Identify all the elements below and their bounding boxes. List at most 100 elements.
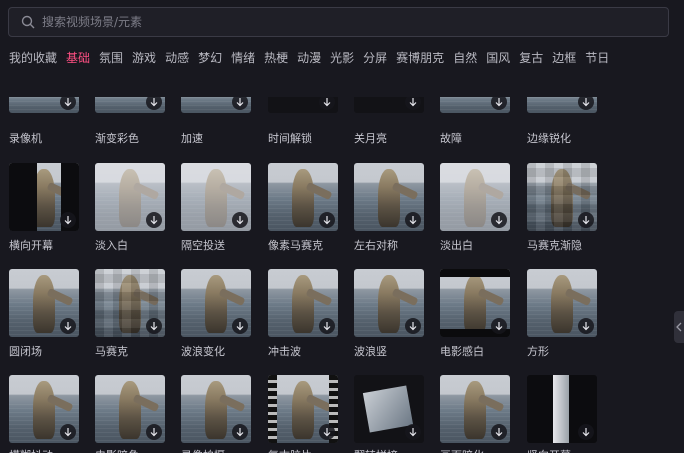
- download-button[interactable]: [146, 212, 162, 228]
- effect-card[interactable]: 马赛克渐隐: [527, 163, 607, 252]
- effect-card[interactable]: 圆闭场: [9, 269, 89, 358]
- search-bar[interactable]: [8, 7, 669, 37]
- download-button[interactable]: [146, 318, 162, 334]
- effect-card[interactable]: 渐变彩色: [95, 97, 175, 145]
- effect-thumbnail[interactable]: [354, 97, 424, 113]
- effect-card[interactable]: 波浪竖: [354, 269, 434, 358]
- effect-thumbnail[interactable]: [181, 97, 251, 113]
- effect-card[interactable]: 马赛克: [95, 269, 175, 358]
- effect-thumbnail[interactable]: [354, 163, 424, 231]
- effect-thumbnail[interactable]: [268, 269, 338, 337]
- tab-5[interactable]: 梦幻: [198, 50, 222, 66]
- effect-thumbnail[interactable]: [9, 375, 79, 443]
- effect-thumbnail[interactable]: [9, 269, 79, 337]
- tab-11[interactable]: 赛博朋克: [396, 50, 444, 66]
- collapse-panel-handle[interactable]: [674, 311, 684, 343]
- effect-card[interactable]: 时间解锁: [268, 97, 348, 145]
- download-button[interactable]: [405, 424, 421, 440]
- download-button[interactable]: [491, 318, 507, 334]
- effect-thumbnail[interactable]: [95, 269, 165, 337]
- download-button[interactable]: [232, 318, 248, 334]
- effect-card[interactable]: 方形: [527, 269, 607, 358]
- effect-thumbnail[interactable]: [527, 269, 597, 337]
- effect-thumbnail[interactable]: [527, 97, 597, 113]
- download-button[interactable]: [578, 212, 594, 228]
- effect-card[interactable]: 模糊抖动: [9, 375, 89, 453]
- download-button[interactable]: [405, 318, 421, 334]
- tab-12[interactable]: 自然: [453, 50, 477, 66]
- effect-thumbnail[interactable]: [181, 269, 251, 337]
- effect-card[interactable]: 故障: [440, 97, 520, 145]
- effect-card[interactable]: 边缘锐化: [527, 97, 607, 145]
- download-button[interactable]: [578, 318, 594, 334]
- download-button[interactable]: [319, 318, 335, 334]
- tab-3[interactable]: 游戏: [132, 50, 156, 66]
- effect-thumbnail[interactable]: [354, 269, 424, 337]
- download-button[interactable]: [578, 424, 594, 440]
- effect-thumbnail[interactable]: [440, 163, 510, 231]
- tab-16[interactable]: 节日: [585, 50, 609, 66]
- download-button[interactable]: [491, 212, 507, 228]
- download-button[interactable]: [60, 212, 76, 228]
- tab-6[interactable]: 情绪: [231, 50, 255, 66]
- effect-thumbnail[interactable]: [268, 375, 338, 443]
- effect-thumbnail[interactable]: [268, 163, 338, 231]
- tab-1[interactable]: 基础: [66, 50, 90, 66]
- effect-card[interactable]: 像素马赛克: [268, 163, 348, 252]
- download-button[interactable]: [405, 212, 421, 228]
- tab-4[interactable]: 动感: [165, 50, 189, 66]
- effect-thumbnail[interactable]: [95, 163, 165, 231]
- download-button[interactable]: [146, 424, 162, 440]
- effect-card[interactable]: 淡出白: [440, 163, 520, 252]
- effect-thumbnail[interactable]: [181, 375, 251, 443]
- effect-card[interactable]: 横向开幕: [9, 163, 89, 252]
- tab-10[interactable]: 分屏: [363, 50, 387, 66]
- effect-thumbnail[interactable]: [440, 97, 510, 113]
- effect-card[interactable]: 录像机: [9, 97, 89, 145]
- tab-14[interactable]: 复古: [519, 50, 543, 66]
- effect-thumbnail[interactable]: [440, 269, 510, 337]
- effect-card[interactable]: 复古胶片: [268, 375, 348, 453]
- effect-card[interactable]: 波浪变化: [181, 269, 261, 358]
- download-button[interactable]: [232, 212, 248, 228]
- effect-label: 故障: [440, 132, 462, 145]
- tab-2[interactable]: 氛围: [99, 50, 123, 66]
- download-button[interactable]: [491, 424, 507, 440]
- effect-card[interactable]: 加速: [181, 97, 261, 145]
- effect-card[interactable]: 关月亮: [354, 97, 434, 145]
- tab-7[interactable]: 热梗: [264, 50, 288, 66]
- effect-thumbnail[interactable]: [527, 375, 597, 443]
- effect-card[interactable]: 左右对称: [354, 163, 434, 252]
- effect-thumbnail[interactable]: [9, 97, 79, 113]
- effect-card[interactable]: 翻转拼接: [354, 375, 434, 453]
- effect-card[interactable]: 隔空投送: [181, 163, 261, 252]
- download-button[interactable]: [232, 424, 248, 440]
- download-button[interactable]: [319, 212, 335, 228]
- download-icon: [409, 98, 417, 107]
- tab-8[interactable]: 动漫: [297, 50, 321, 66]
- download-button[interactable]: [60, 318, 76, 334]
- effect-card[interactable]: 画面暗化: [440, 375, 520, 453]
- tab-0[interactable]: 我的收藏: [9, 50, 57, 66]
- effect-thumbnail[interactable]: [95, 97, 165, 113]
- effect-thumbnail[interactable]: [354, 375, 424, 443]
- effect-thumbnail[interactable]: [527, 163, 597, 231]
- effect-thumbnail[interactable]: [181, 163, 251, 231]
- effect-card[interactable]: 竖向开幕: [527, 375, 607, 453]
- effect-thumbnail[interactable]: [268, 97, 338, 113]
- search-input[interactable]: [42, 15, 642, 29]
- effect-card[interactable]: 冲击波: [268, 269, 348, 358]
- effect-card[interactable]: 淡入白: [95, 163, 175, 252]
- effect-card[interactable]: 电影暗角: [95, 375, 175, 453]
- effect-card[interactable]: 录像拍摄: [181, 375, 261, 453]
- effect-thumbnail[interactable]: [9, 163, 79, 231]
- effect-thumbnail[interactable]: [440, 375, 510, 443]
- tab-9[interactable]: 光影: [330, 50, 354, 66]
- effect-label: 竖向开幕: [527, 447, 571, 453]
- effect-thumbnail[interactable]: [95, 375, 165, 443]
- download-button[interactable]: [60, 424, 76, 440]
- download-button[interactable]: [319, 424, 335, 440]
- tab-13[interactable]: 国风: [486, 50, 510, 66]
- tab-15[interactable]: 边框: [552, 50, 576, 66]
- effect-card[interactable]: 电影感白: [440, 269, 520, 358]
